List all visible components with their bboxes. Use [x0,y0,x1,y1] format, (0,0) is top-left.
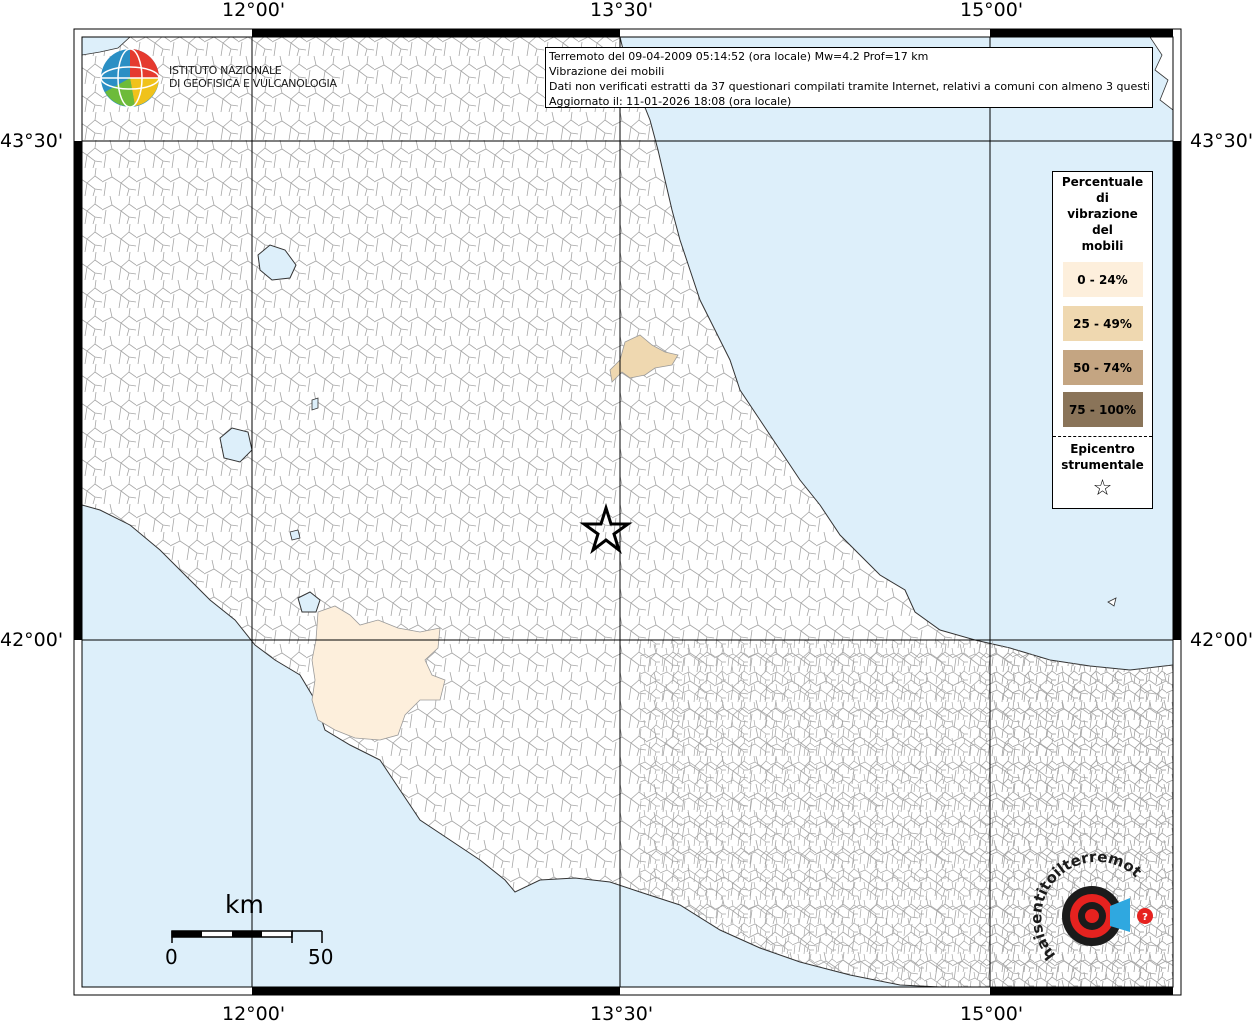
ingv-logo-line1: ISTITUTO NAZIONALE [169,64,282,77]
legend-title-line: vibrazione [1067,207,1138,221]
axis-label-top-3: 15°00' [960,0,1024,21]
legend-title-line: Percentuale [1061,175,1144,189]
legend-title-line: mobili [1081,239,1124,253]
legend: Percentuale di vibrazione del mobili 0 -… [1052,171,1153,509]
axis-label-right-1: 43°30' [1190,130,1254,152]
legend-item-25-49: 25 - 49% [1062,306,1143,341]
scale-min-label: 0 [165,945,178,969]
ingv-globe-icon [100,48,160,108]
event-info-line1: Terremoto del 09-04-2009 05:14:52 (ora l… [549,50,929,63]
event-info-box: Terremoto del 09-04-2009 05:14:52 (ora l… [545,47,1153,108]
axis-label-left-2: 42°00' [0,629,64,651]
axis-label-top-2: 13°30' [590,0,654,21]
legend-title-line: del [1092,223,1113,237]
event-info-line2: Vibrazione dei mobili [549,65,665,78]
legend-separator [1053,436,1152,437]
scale-max-label: 50 [308,945,334,969]
event-info-line3: Dati non verificati estratti da 37 quest… [549,80,1149,93]
legend-item-0-24: 0 - 24% [1062,262,1143,297]
axis-label-top-1: 12°00' [222,0,286,21]
scale-unit-label: km [225,890,264,919]
legend-item-50-74: 50 - 74% [1062,350,1143,385]
lake-piediluco [311,397,319,411]
legend-star-icon: ☆ [1092,476,1113,501]
axis-label-right-2: 42°00' [1190,629,1254,651]
ingv-logo-text: ISTITUTO NAZIONALE DI GEOFISICA E VULCAN… [169,64,337,90]
svg-text:?: ? [1142,912,1148,923]
ingv-logo-line2: DI GEOFISICA E VULCANOLOGIA [169,77,337,90]
legend-epicenter-label: Epicentro strumentale [1053,441,1152,473]
legend-epicenter-line: Epicentro [1070,442,1135,456]
legend-item-75-100: 75 - 100% [1062,392,1143,427]
legend-title-line: di [1096,191,1109,205]
lake-vico [289,529,301,541]
axis-label-bottom-3: 15°00' [960,1003,1024,1025]
legend-title: Percentuale di vibrazione del mobili [1053,174,1152,254]
axis-label-bottom-1: 12°00' [222,1003,286,1025]
axis-label-left-1: 43°30' [0,130,64,152]
map-canvas: ? haisentitoilterremoto.it [0,0,1182,996]
legend-epicenter-line: strumentale [1061,458,1144,472]
event-info-line4: Aggiornato il: 11-01-2026 18:08 (ora loc… [549,95,792,108]
axis-label-bottom-2: 13°30' [590,1003,654,1025]
